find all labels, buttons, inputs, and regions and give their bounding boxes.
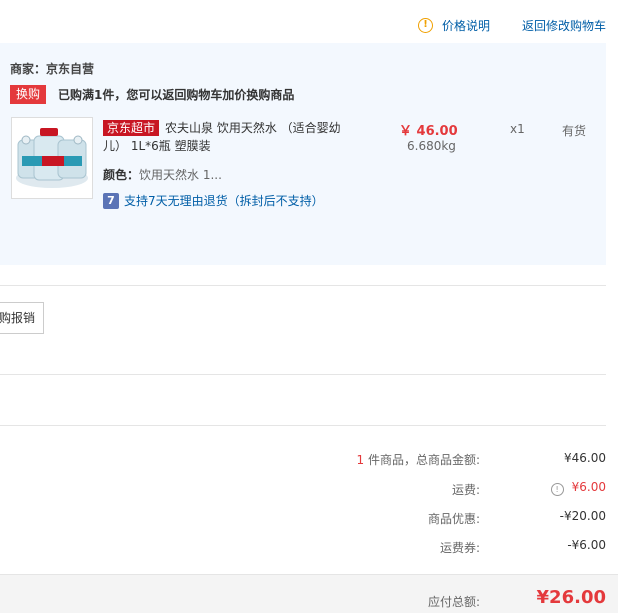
divider	[0, 374, 606, 375]
warning-icon: !	[418, 18, 433, 33]
reimburse-button[interactable]: 购报销	[0, 302, 44, 334]
discount-label: 商品优惠:	[427, 512, 480, 526]
shipping-label: 运费:	[451, 483, 480, 497]
return-policy: 7 支持7天无理由退货（拆封后不支持）	[103, 192, 324, 209]
divider	[0, 285, 606, 286]
shipping-value: ¥6.00	[571, 480, 606, 494]
price-help-link[interactable]: ! 价格说明	[418, 17, 490, 34]
product-weight: 6.680kg	[407, 139, 456, 153]
color-label: 颜色：	[103, 168, 140, 182]
shipping-coupon-label: 运费券:	[439, 541, 480, 555]
product-title[interactable]: 京东超市 农夫山泉 饮用天然水 （适合婴幼儿） 1L*6瓶 塑膜装	[103, 119, 351, 155]
product-quantity: x1	[510, 122, 525, 136]
seven-day-return-icon: 7	[103, 192, 119, 209]
merchant-label: 商家：京东自营	[10, 62, 95, 76]
goods-total-value: ¥46.00	[564, 451, 606, 465]
product-color: 颜色：饮用天然水 1...	[103, 166, 222, 183]
back-to-cart-link[interactable]: 返回修改购物车	[522, 17, 606, 34]
jd-supermarket-tag: 京东超市	[103, 120, 160, 136]
discount-value: -¥20.00	[559, 509, 606, 523]
goods-total-label: 1 件商品，总商品金额:	[357, 451, 481, 468]
item-count-label: 件商品，总商品金额:	[364, 453, 480, 467]
water-pack-image	[12, 118, 92, 198]
color-value: 饮用天然水 1...	[139, 168, 222, 182]
total-bar	[0, 574, 618, 613]
product-thumbnail[interactable]	[11, 117, 93, 199]
shipping-value-wrap: ! ¥6.00	[550, 480, 606, 496]
return-policy-text: 支持7天无理由退货（拆封后不支持）	[124, 194, 324, 208]
exchange-badge: 换购	[10, 85, 47, 104]
info-icon[interactable]: !	[550, 483, 564, 496]
shipping-coupon-value: -¥6.00	[567, 538, 606, 552]
payable-label: 应付总额:	[427, 595, 480, 609]
price-help-label: 价格说明	[442, 19, 491, 33]
stock-status: 有货	[562, 124, 587, 138]
product-price: ￥ 46.00	[399, 124, 458, 139]
payable-value: ¥26.00	[536, 587, 606, 608]
divider	[0, 425, 606, 426]
exchange-text: 已购满1件，您可以返回购物车加价换购商品	[58, 88, 295, 102]
item-count: 1	[356, 453, 365, 467]
